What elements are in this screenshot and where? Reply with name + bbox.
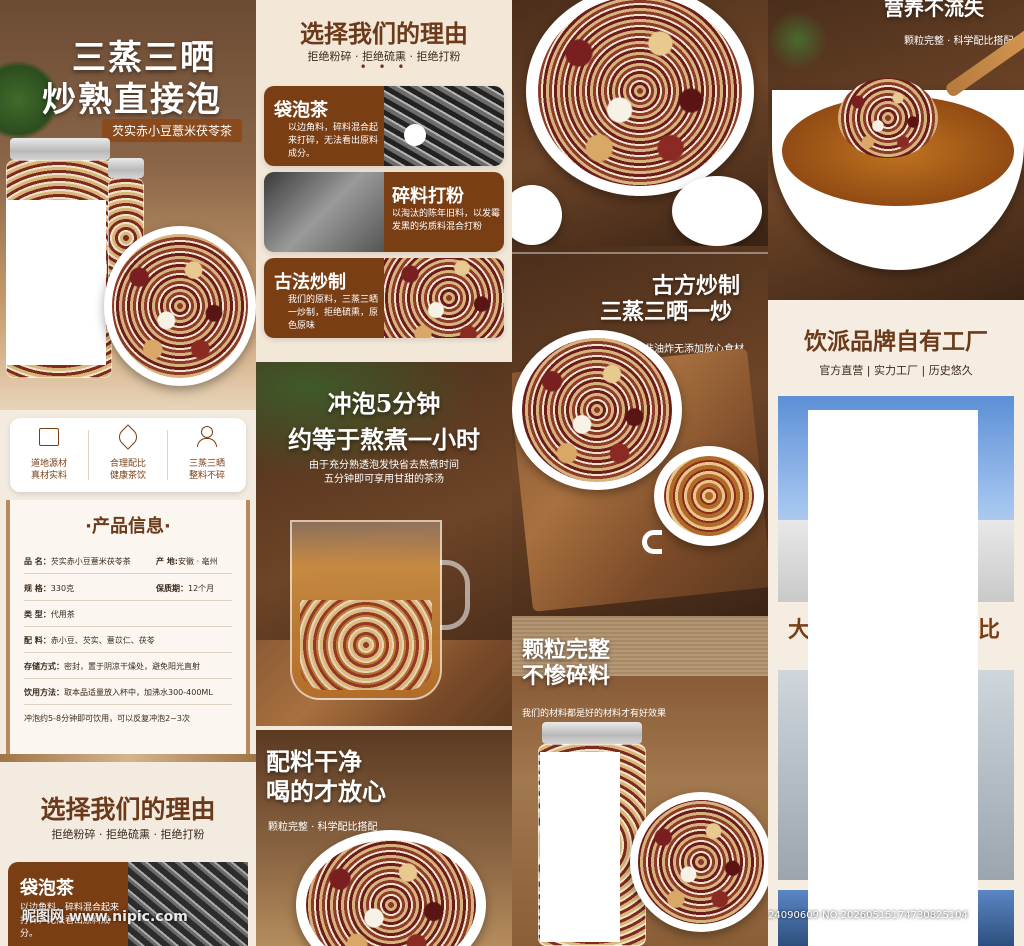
product-column-3: 古方炒制 三蒸三晒一炒 非油炸无添加放心食材 颗粒完整 不惨碎料 我们的材料都是… (512, 0, 768, 946)
top-sub: 颗粒完整 · 科学配比搭配 (904, 36, 1014, 47)
feature-item-2: 合理配比 健康茶饮 (89, 418, 167, 492)
info-row-name: 品 名：芡实赤小豆薏米茯苓茶产 地:安徽 · 亳州 (24, 556, 232, 574)
photo-placeholder (808, 410, 978, 946)
leaf-icon (115, 424, 141, 450)
glass-handle (440, 560, 470, 630)
scroll-rod (0, 754, 256, 762)
feature-1-line2: 真材实料 (30, 471, 67, 481)
reason-title: 选择我们的理由 (300, 19, 468, 48)
reason-2-title: 碎料打粉 (392, 186, 464, 207)
person-icon (201, 426, 213, 438)
feature-card: 道地源材 真材实料 合理配比 健康茶饮 三蒸三晒 整料不碎 (10, 418, 246, 492)
feature-item-3: 三蒸三晒 整料不碎 (168, 418, 246, 492)
big-left: 大 (788, 618, 811, 643)
label-placeholder (6, 200, 106, 365)
reason-1-photo (384, 86, 504, 166)
glass-beans (300, 600, 432, 690)
product-column-2: 选择我们的理由 拒绝粉碎 · 拒绝硫熏 · 拒绝打粉 • • • 袋泡茶 以边角… (256, 0, 512, 946)
hero-title-line2: 炒熟直接泡 (42, 80, 222, 120)
reason-1-text: 以边角料，碎料混合起来打碎，无法看出原料成分。 (288, 123, 379, 159)
top-title: 营养不流失 (884, 0, 984, 20)
info-row-drink: 饮用方法：取本品适量放入杯中，加沸水300-400ML (24, 687, 232, 705)
brew-sub-2: 五分钟即可享用甘甜的茶汤 (324, 474, 444, 485)
dots-divider: • • • (359, 60, 409, 74)
book-icon (39, 428, 59, 446)
reason-card-2-panel: 碎料打粉 以淘汰的陈年旧料，以发霉发黑的劣质料混合打粉 (384, 172, 504, 252)
hero-tag: 芡实赤小豆薏米茯苓茶 (102, 119, 243, 142)
reason-2-photo (264, 172, 384, 252)
ancient-title-2: 三蒸三晒一炒 (600, 299, 733, 325)
feature-2-line2: 健康茶饮 (109, 471, 146, 481)
brew-title-2: 约等于熬煮一小时 (288, 425, 480, 454)
jar-cap-2 (108, 158, 144, 178)
reason-card-3: 古法炒制 我们的原料，三蒸三晒一炒制，拒绝硫熏，原色原味 (264, 258, 504, 338)
cup-handle (642, 530, 662, 554)
info-row-type: 类 型：代用茶 (24, 609, 232, 627)
jar-cap (10, 138, 110, 160)
reason-card-1-panel: 袋泡茶 以边角料，碎料混合起来打碎，无法看出原料成分。 (264, 86, 384, 166)
info-row-drink-cont: 冲泡约5-8分钟即可饮用，可以反复冲泡2~3次 (24, 714, 190, 723)
section-line (512, 252, 768, 254)
brand-title: 饮派品牌自有工厂 (804, 328, 988, 355)
side-bowl-2 (672, 176, 762, 246)
tea-cup-content (664, 456, 754, 536)
label-placeholder (540, 752, 620, 942)
reason-3-title: 古法炒制 (274, 272, 346, 293)
grain-title-2: 不惨碎料 (522, 663, 611, 689)
reason-card-2: 碎料打粉 以淘汰的陈年旧料，以发霉发黑的劣质料混合打粉 (264, 172, 504, 252)
clean-title-2: 喝的才放心 (266, 777, 386, 806)
bag-tea-title: 袋泡茶 (20, 878, 74, 899)
plant-decoration (768, 10, 828, 70)
reason-3-photo (384, 258, 504, 338)
brew-sub-1: 由于充分熟透泡发快省去熬煮时间 (309, 460, 459, 471)
jar-cap (542, 722, 642, 744)
info-title: ·产品信息· (85, 516, 171, 537)
ancient-beans (522, 338, 672, 482)
grain-sub: 我们的材料都是好的材料才有好效果 (522, 709, 667, 719)
reason-subtitle: 拒绝粉碎 · 拒绝硫熏 · 拒绝打粉 (51, 828, 205, 841)
grain-beans (638, 800, 764, 924)
info-row-spec: 规 格：330克 保质期：12个月 (24, 583, 232, 601)
reason-card-3-panel: 古法炒制 我们的原料，三蒸三晒一炒制，拒绝硫熏，原色原味 (264, 258, 384, 338)
reason-card-1: 袋泡茶 以边角料，碎料混合起来打碎，无法看出原料成分。 (264, 86, 504, 166)
big-right: 比 (978, 618, 1001, 643)
info-row-storage: 存储方式：密封，置于阴凉干燥处，避免阳光直射 (24, 661, 232, 679)
bag-tea-photo (128, 862, 248, 946)
reason-title: 选择我们的理由 (40, 795, 216, 824)
tea-bag-shape (404, 124, 426, 146)
person-icon-body (197, 438, 217, 447)
product-column-1: 三蒸三晒 炒熟直接泡 芡实赤小豆薏米茯苓茶 道地源材 真材实料 合理配比 健康茶… (0, 0, 256, 946)
mixed-beans (112, 234, 248, 378)
reason-3-text: 我们的原料，三蒸三晒一炒制，拒绝硫熏，原色原味 (288, 295, 379, 331)
reason-1-title: 袋泡茶 (274, 100, 328, 121)
top-beans (538, 0, 742, 186)
bag-tea-panel: 袋泡茶 以边角料，碎料混合起来打碎，无法看出原料成分。 (8, 862, 128, 946)
info-row-ingredients: 配 料：赤小豆、芡实、薏苡仁、茯苓 (24, 635, 232, 653)
spoon-beans (838, 78, 938, 158)
reason-2-text: 以淘汰的陈年旧料，以发霉发黑的劣质料混合打粉 (392, 209, 501, 232)
product-column-4: 营养不流失 颗粒完整 · 科学配比搭配 饮派品牌自有工厂 官方直营 | 实力工厂… (768, 0, 1024, 946)
image-id: ID:24090609 NO:20260515174730825104 (768, 910, 968, 921)
feature-3-line2: 整料不碎 (188, 471, 225, 481)
watermark: 昵图网 www.nipic.com (22, 909, 188, 925)
brew-title-1: 冲泡5分钟 (327, 389, 441, 418)
info-panel: ·产品信息· 品 名：芡实赤小豆薏米茯苓茶产 地:安徽 · 亳州 规 格：330… (6, 500, 250, 758)
feature-item-1: 道地源材 真材实料 (10, 418, 88, 492)
clean-sub: 颗粒完整 · 科学配比搭配 (268, 822, 378, 833)
brand-sub: 官方直营 | 实力工厂 | 历史悠久 (819, 364, 973, 377)
